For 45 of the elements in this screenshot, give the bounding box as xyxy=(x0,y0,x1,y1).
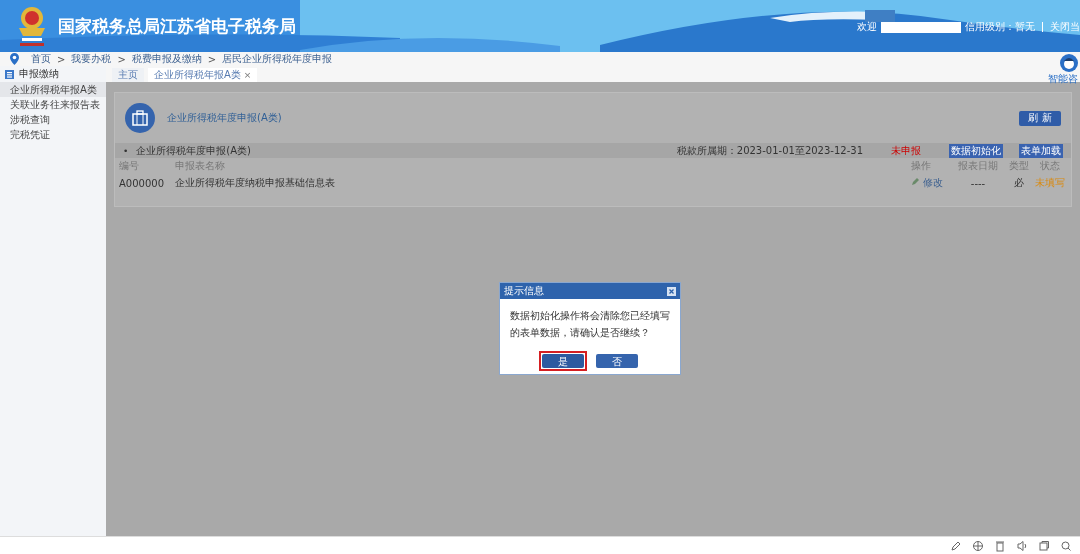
close-icon[interactable]: × xyxy=(243,70,252,80)
sidebar-title: 申报缴纳 xyxy=(19,67,59,81)
breadcrumb-separator: > xyxy=(57,53,66,65)
dialog-message: 数据初始化操作将会清除您已经填写的表单数据，请确认是否继续？ xyxy=(509,309,671,340)
tax-period: 税款所属期：2023-01-01至2023-12-31 xyxy=(676,143,863,158)
table-cell-text: ---- xyxy=(969,177,987,189)
sidebar-item[interactable]: 涉税查询 xyxy=(0,112,106,127)
assistant-link[interactable]: 智能咨 xyxy=(1048,72,1078,86)
sidebar-item[interactable]: 关联业务往来报告表 xyxy=(0,97,106,112)
cancel-button[interactable]: 否 xyxy=(596,354,638,368)
tab[interactable]: 企业所得税年报A类 × xyxy=(148,68,258,82)
sidebar-item[interactable]: 企业所得税年报A类 xyxy=(0,82,106,97)
briefcase-icon xyxy=(125,103,155,133)
site-title: 国家税务总局江苏省电子税务局 xyxy=(58,14,296,38)
speaker-icon xyxy=(1016,539,1028,552)
breadcrumb-link[interactable]: 税费申报及缴纳 xyxy=(131,52,202,66)
refresh-button[interactable]: 刷 新 xyxy=(1019,110,1061,126)
table-cell-text: A000000 xyxy=(119,177,165,189)
welcome-text: 欢迎 xyxy=(857,20,877,34)
breadcrumb-link[interactable]: 首页 xyxy=(31,52,51,66)
bullet-icon: • xyxy=(123,145,129,156)
status-cell-text: 未填写 xyxy=(1034,176,1066,190)
breadcrumb-separator: > xyxy=(207,53,217,65)
confirm-button[interactable]: 是 xyxy=(542,354,584,368)
table-cell-text: 企业所得税年度纳税申报基础信息表 xyxy=(175,176,336,190)
search-icon xyxy=(1060,539,1072,552)
dialog-title: 提示信息 xyxy=(504,284,544,298)
data-init-button[interactable]: 数据初始化 xyxy=(949,143,1003,158)
tab[interactable]: 主页 xyxy=(112,68,144,82)
pen-icon xyxy=(950,539,962,552)
breadcrumb-separator: > xyxy=(117,53,126,65)
filing-status: 未申报 xyxy=(891,143,921,158)
section-title: 企业所得税年度申报(A类) xyxy=(136,143,251,158)
breadcrumb-link[interactable]: 居民企业所得税年度申报 xyxy=(222,52,333,66)
table-cell-text: 必 xyxy=(1013,176,1025,190)
close-icon xyxy=(667,286,676,296)
credit-level: 信用级别：暂无 xyxy=(965,20,1035,34)
sidebar-item[interactable]: 完税凭证 xyxy=(0,127,106,142)
trash-icon xyxy=(994,539,1006,552)
form-load-button[interactable]: 表单加载 xyxy=(1019,143,1063,158)
panel-title: 企业所得税年度申报(A类) xyxy=(167,111,282,125)
pencil-icon xyxy=(911,177,920,186)
breadcrumb-link[interactable]: 我要办税 xyxy=(71,52,112,66)
menu-icon xyxy=(5,69,14,79)
window-icon xyxy=(1038,539,1050,552)
